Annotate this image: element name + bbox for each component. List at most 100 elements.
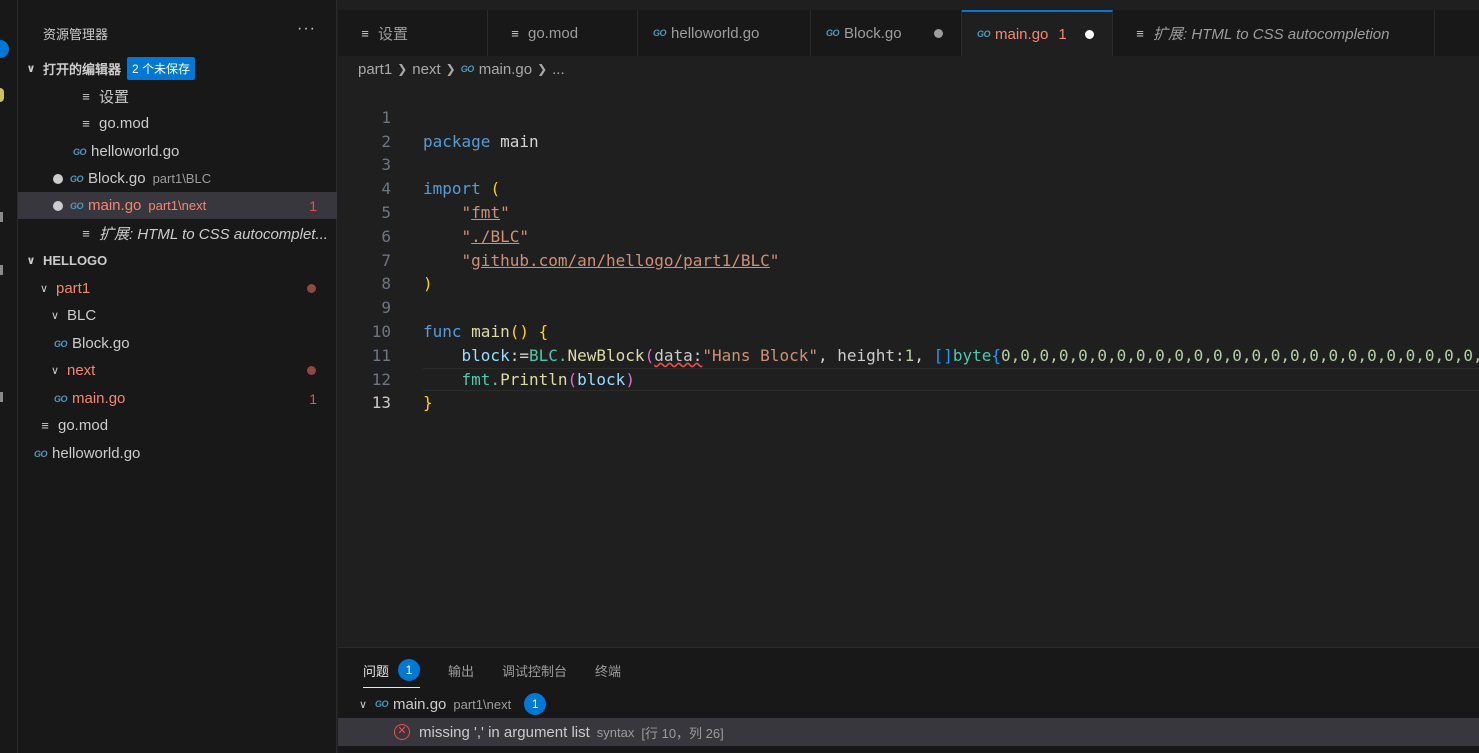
tree-file-name: main.go [72, 390, 126, 407]
breadcrumb-item[interactable]: main.go [479, 61, 532, 78]
tree-file[interactable]: ≡ go.mod [18, 412, 337, 439]
open-editor-path: part1\next [148, 198, 207, 213]
go-file-icon: GO [375, 699, 389, 709]
tree-folder[interactable]: ∨ part1 [18, 275, 337, 302]
problem-message: missing ',' in argument list [419, 723, 590, 741]
line-number: 13 [371, 393, 391, 413]
tab-extension[interactable]: ≡ 扩展: HTML to CSS autocompletion [1113, 10, 1435, 56]
panel-tabs: 问题 1 输出 调试控制台 终端 [363, 658, 649, 688]
open-editor-item-active[interactable]: GO main.go part1\next 1 [18, 192, 337, 219]
tree-folder-name: part1 [56, 280, 91, 297]
tree-file-name: go.mod [58, 417, 109, 434]
open-editor-item[interactable]: ≡ go.mod [18, 110, 337, 137]
problem-item[interactable]: ✕ missing ',' in argument list syntax [行… [338, 718, 1479, 746]
code-line: 10 block:=BLC.NewBlock(data:"Hans Block"… [338, 296, 1479, 365]
open-editor-item[interactable]: GO helloworld.go [18, 138, 337, 165]
problem-count: 1 [309, 390, 317, 407]
tab-main-go[interactable]: GO main.go 1 [962, 10, 1113, 56]
problem-location: [行 10，列 26] [641, 725, 724, 741]
chevron-down-icon: ∨ [26, 62, 36, 75]
project-header[interactable]: ∨ HELLOGO [18, 247, 337, 273]
open-editors-header[interactable]: ∨ 打开的编辑器 2 个未保存 [18, 55, 337, 81]
explorer-sidebar: 资源管理器 ··· ∨ 打开的编辑器 2 个未保存 ≡ 设置 ≡ go.mod … [18, 0, 337, 753]
code-line: 9 func main() { [338, 272, 1479, 341]
tree-file[interactable]: GO Block.go [18, 330, 337, 357]
editor-tabs: ≡ 设置 ≡ go.mod GO helloworld.go GO Block.… [338, 10, 1479, 56]
tree-folder-name: BLC [67, 307, 97, 324]
chevron-right-icon: ❯ [445, 62, 456, 76]
breadcrumb-item[interactable]: next [412, 61, 440, 78]
go-file-icon: GO [34, 448, 48, 459]
code-token: } [423, 393, 433, 413]
problem-file-row[interactable]: ∨ GO main.go part1\next 1 [338, 690, 1479, 718]
unsaved-dot-icon[interactable] [53, 173, 63, 184]
chevron-right-icon: ❯ [537, 62, 548, 76]
go-file-icon: GO [73, 146, 87, 157]
tree-folder[interactable]: ∨ BLC [18, 302, 337, 329]
code-line: 4 "fmt" [338, 153, 1479, 222]
go-file-icon: GO [653, 28, 667, 38]
open-editor-item[interactable]: GO Block.go part1\BLC [18, 165, 337, 192]
chevron-down-icon: ∨ [39, 283, 49, 295]
chevron-down-icon: ∨ [26, 254, 36, 267]
go-file-icon: GO [70, 200, 84, 211]
unsaved-dot-icon[interactable] [934, 28, 943, 38]
error-icon: ✕ [394, 724, 410, 740]
code-line: 2 [338, 106, 1479, 151]
tree-file[interactable]: GO helloworld.go [18, 440, 337, 467]
tab-helloworld[interactable]: GO helloworld.go [638, 10, 811, 56]
modified-dot-icon [307, 366, 316, 375]
extension-page-icon: ≡ [1136, 25, 1144, 41]
go-file-icon: GO [70, 173, 84, 184]
explorer-title: 资源管理器 [43, 27, 109, 42]
file-lines-icon: ≡ [82, 116, 90, 131]
extension-page-icon: ≡ [82, 226, 90, 241]
open-editor-path: part1\BLC [152, 171, 212, 186]
tab-problems[interactable]: 问题 1 [363, 658, 421, 688]
tab-go-mod[interactable]: ≡ go.mod [488, 10, 638, 56]
panel-tab-label: 问题 [363, 663, 390, 679]
breadcrumb-item[interactable]: ... [552, 61, 565, 78]
unsaved-dot-icon[interactable] [1085, 29, 1094, 39]
problems-badge: 1 [398, 659, 421, 681]
open-editor-name: 设置 [99, 89, 130, 106]
code-line: 1 package main [338, 82, 1479, 151]
chevron-down-icon: ∨ [50, 310, 60, 322]
tab-label: Block.go [844, 24, 902, 42]
tab-label: 设置 [378, 25, 409, 43]
problem-count: 1 [1058, 25, 1067, 43]
tab-output[interactable]: 输出 [448, 658, 474, 682]
unsaved-dot-icon[interactable] [53, 200, 63, 211]
open-editor-item[interactable]: ≡ 设置 [18, 83, 337, 110]
open-editor-item[interactable]: ≡ 扩展: HTML to CSS autocomplet... [18, 220, 337, 247]
tree-folder[interactable]: ∨ next [18, 357, 337, 384]
tree-file-name: helloworld.go [52, 445, 141, 462]
code-line: 7 ) [338, 225, 1479, 294]
activity-bar [0, 0, 18, 753]
tab-block-go[interactable]: GO Block.go [811, 10, 962, 56]
tab-label: 扩展: HTML to CSS autocompletion [1153, 25, 1390, 43]
go-file-icon: GO [977, 29, 991, 39]
explorer-badge[interactable] [0, 40, 9, 58]
tab-label: go.mod [528, 24, 579, 42]
open-editor-name: go.mod [99, 115, 150, 132]
activity-mark [0, 392, 3, 402]
chevron-down-icon: ∨ [50, 365, 60, 377]
tree-folder-name: next [67, 362, 96, 379]
chevron-down-icon: ∨ [358, 698, 368, 711]
settings-file-icon: ≡ [361, 25, 369, 41]
go-file-icon: GO [54, 393, 68, 404]
current-line-highlight [423, 367, 1479, 392]
go-file-icon: GO [826, 28, 840, 38]
code-line: 8 [338, 249, 1479, 293]
code-line: 3 import ( [338, 130, 1479, 198]
more-actions-icon[interactable]: ··· [297, 20, 316, 38]
problem-file-badge: 1 [524, 693, 547, 715]
tree-file[interactable]: GO main.go 1 [18, 385, 337, 412]
tab-settings[interactable]: ≡ 设置 [338, 10, 488, 56]
tab-terminal[interactable]: 终端 [595, 658, 621, 682]
breadcrumb-item[interactable]: part1 [358, 61, 392, 78]
activity-mark [0, 212, 3, 222]
code-editor[interactable]: 1 package main 2 3 import ( 4 "fmt" 5 ".… [338, 82, 1479, 645]
tab-debug-console[interactable]: 调试控制台 [502, 658, 567, 682]
